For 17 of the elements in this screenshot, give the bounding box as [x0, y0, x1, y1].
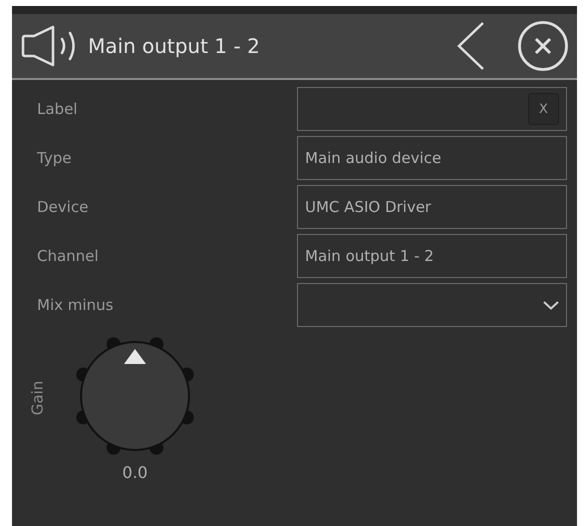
- field-label: Label: [37, 100, 78, 118]
- field-label: Device: [37, 198, 88, 216]
- field-label: Mix minus: [37, 296, 114, 314]
- input-field[interactable]: Main audio device: [297, 136, 567, 180]
- gain-value: 0.0: [122, 463, 148, 482]
- close-icon[interactable]: [517, 20, 569, 72]
- gain-label: Gain: [28, 380, 46, 415]
- input-field[interactable]: X: [297, 87, 567, 131]
- field-label: Type: [37, 149, 72, 167]
- field-label: Channel: [37, 247, 99, 265]
- input-field[interactable]: Main output 1 - 2: [297, 234, 567, 278]
- window-title: Main output 1 - 2: [88, 34, 261, 58]
- back-icon[interactable]: [457, 21, 485, 71]
- dropdown[interactable]: [297, 283, 567, 327]
- chevron-icon: [543, 300, 559, 310]
- clear-button[interactable]: X: [528, 93, 559, 125]
- input-field[interactable]: UMC ASIO Driver: [297, 185, 567, 229]
